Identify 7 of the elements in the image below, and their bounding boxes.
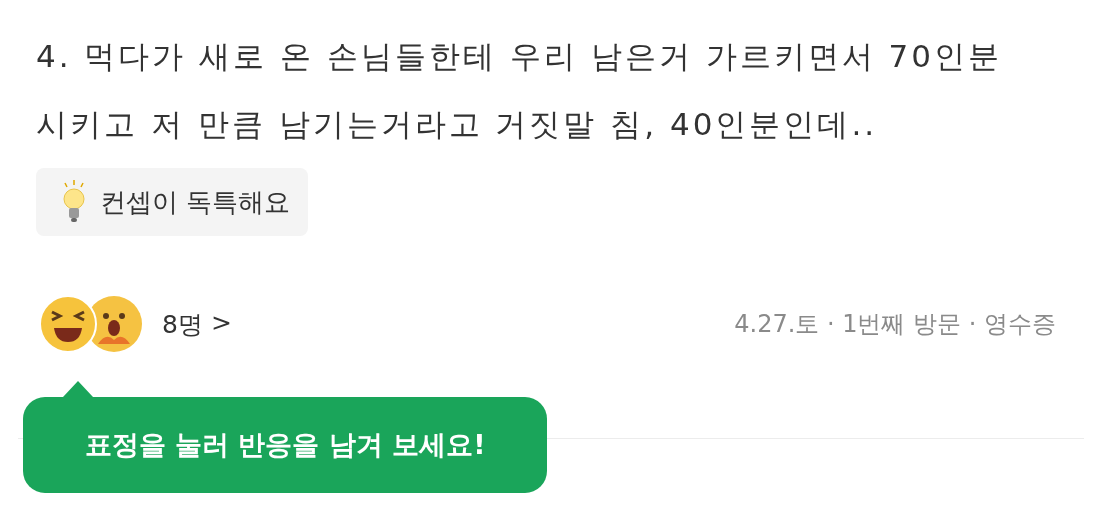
tooltip-pointer [63,381,93,397]
reaction-count-link[interactable]: 8명 > [162,307,232,341]
review-text: 4. 먹다가 새로 온 손님들한테 우리 남은거 가르키면서 70인분 시키고 저 만큼 남기는거라고 거짓말 침, 40인분인데.. [36,37,1003,144]
keyword-label: 컨셉이 독특해요 [100,185,291,219]
light-bulb-icon [62,179,86,225]
visit-info: 4.27.토 · 1번째 방문 · 영수증 [734,309,1056,340]
tooltip: 표정을 눌러 반응을 남겨 보세요! [23,397,547,493]
